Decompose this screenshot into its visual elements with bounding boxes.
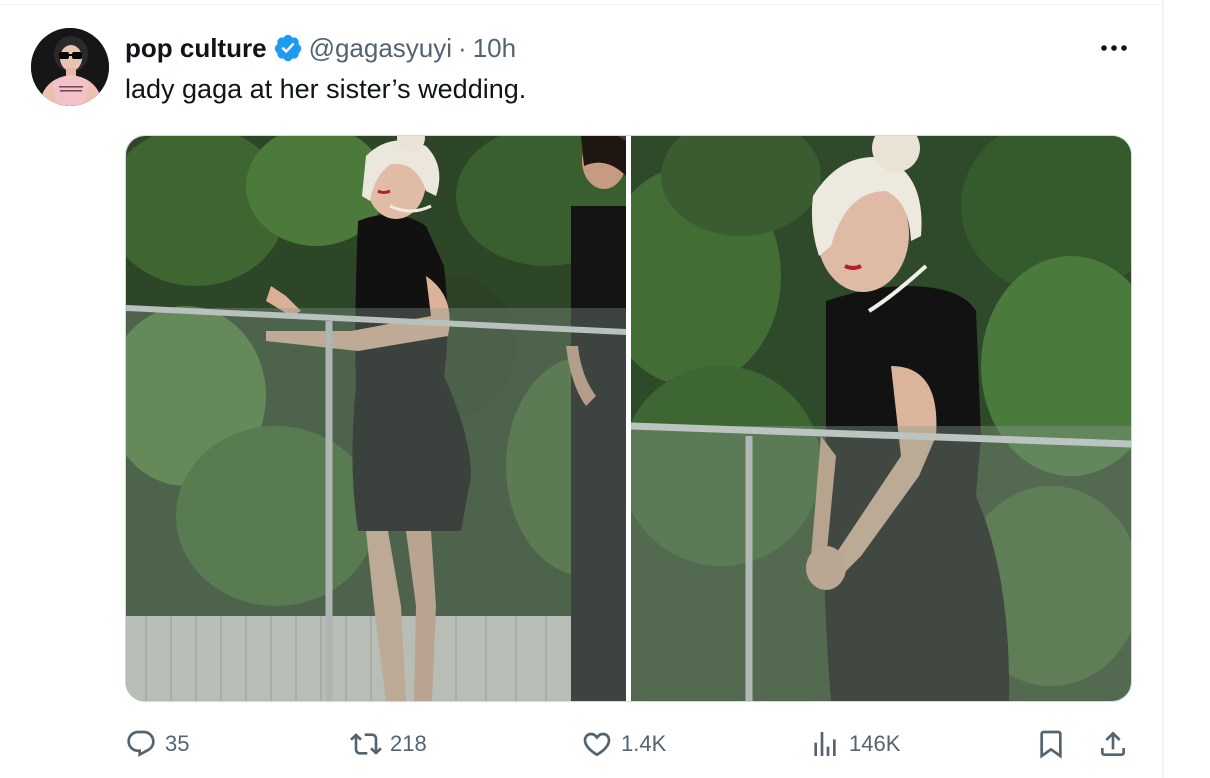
tweet-card[interactable]: pop culture @gagasyuyi · 10h lady gaga a…: [0, 0, 1164, 778]
tweet-actions: 35 218 1.4K 146K: [125, 722, 1135, 766]
right-divider: [1162, 0, 1164, 778]
repost-button[interactable]: 218: [350, 722, 427, 766]
timestamp[interactable]: 10h: [473, 33, 516, 64]
top-divider: [0, 4, 1163, 5]
tweet-header: pop culture @gagasyuyi · 10h: [125, 30, 516, 66]
like-button[interactable]: 1.4K: [581, 722, 666, 766]
bookmark-icon: [1040, 730, 1062, 759]
author-name[interactable]: pop culture: [125, 33, 267, 64]
reply-count: 35: [165, 731, 190, 756]
author-handle[interactable]: @gagasyuyi: [309, 33, 452, 64]
views-icon: [814, 732, 836, 756]
like-count: 1.4K: [621, 731, 667, 756]
bookmark-button[interactable]: [1035, 722, 1067, 766]
views-button[interactable]: 146K: [809, 722, 900, 766]
views-count: 146K: [849, 731, 901, 756]
verified-badge-icon[interactable]: [273, 33, 303, 63]
photo-left[interactable]: [126, 136, 626, 701]
share-button[interactable]: [1097, 722, 1129, 766]
separator-dot: ·: [458, 32, 467, 63]
reply-button[interactable]: 35: [125, 722, 189, 766]
like-icon: [583, 732, 611, 757]
more-options-icon[interactable]: [1094, 34, 1134, 62]
reply-icon: [127, 730, 155, 757]
media-grid: [125, 135, 1132, 702]
avatar[interactable]: [31, 28, 109, 106]
share-icon: [1101, 731, 1125, 756]
tweet-text: lady gaga at her sister’s wedding.: [125, 74, 527, 104]
repost-count: 218: [390, 731, 427, 756]
repost-icon: [350, 733, 382, 755]
photo-right[interactable]: [631, 136, 1131, 701]
